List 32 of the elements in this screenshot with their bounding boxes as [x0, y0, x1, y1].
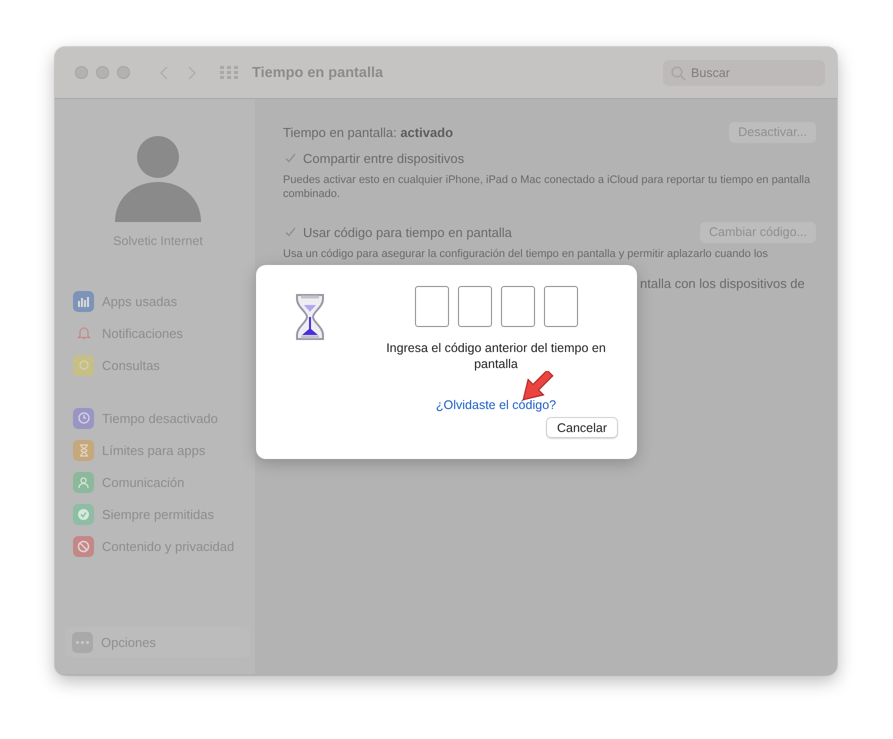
checkbox-label: Usar código para tiempo en pantalla [303, 224, 512, 240]
option-description: Usa un código para asegurar la configuración del tiempo en pantalla y permitir aplazarlo cuando los [283, 247, 769, 261]
chart-icon [78, 296, 90, 306]
prohibited-icon [77, 540, 90, 552]
pointer-arrow [522, 371, 554, 401]
cancel-button[interactable]: Cancelar [546, 417, 618, 438]
dialog-message: Ingresa el código anterior del tiempo en pantalla [385, 340, 607, 372]
hourglass-icon [78, 444, 88, 456]
bell-icon [76, 326, 90, 340]
circle-icon [78, 360, 88, 370]
window-title: Tiempo en pantalla [252, 64, 384, 80]
status-text: Tiempo en pantalla: activado [283, 124, 454, 140]
checkbox-label: Compartir entre dispositivos [303, 150, 464, 166]
checkbox[interactable] [283, 151, 297, 165]
forgot-code-link[interactable]: ¿Olvidaste el código? [436, 398, 556, 412]
window-control-button[interactable] [117, 66, 130, 79]
checkbox[interactable] [283, 225, 297, 239]
person-icon [77, 476, 90, 488]
avatar-icon [115, 136, 201, 222]
hourglass-icon [294, 293, 326, 341]
clock-icon [78, 412, 90, 424]
window-control-button[interactable] [96, 66, 109, 79]
search-field[interactable]: Buscar [663, 60, 825, 86]
window-control-button[interactable] [75, 66, 88, 79]
grid-icon[interactable] [220, 66, 238, 79]
checkmark-icon [77, 508, 90, 520]
setting-label: ntalla con los dispositivos de [640, 276, 806, 291]
code-digit-field[interactable] [458, 286, 492, 327]
option-description: Puedes activar esto en cualquier iPhone, iPad o Mac conectado a iCloud para reportar tu tiempo en pantalla combinado. [283, 173, 812, 201]
code-digit-field[interactable] [500, 286, 534, 327]
code-digit-field[interactable] [544, 286, 578, 327]
code-digit-field[interactable] [414, 286, 448, 327]
